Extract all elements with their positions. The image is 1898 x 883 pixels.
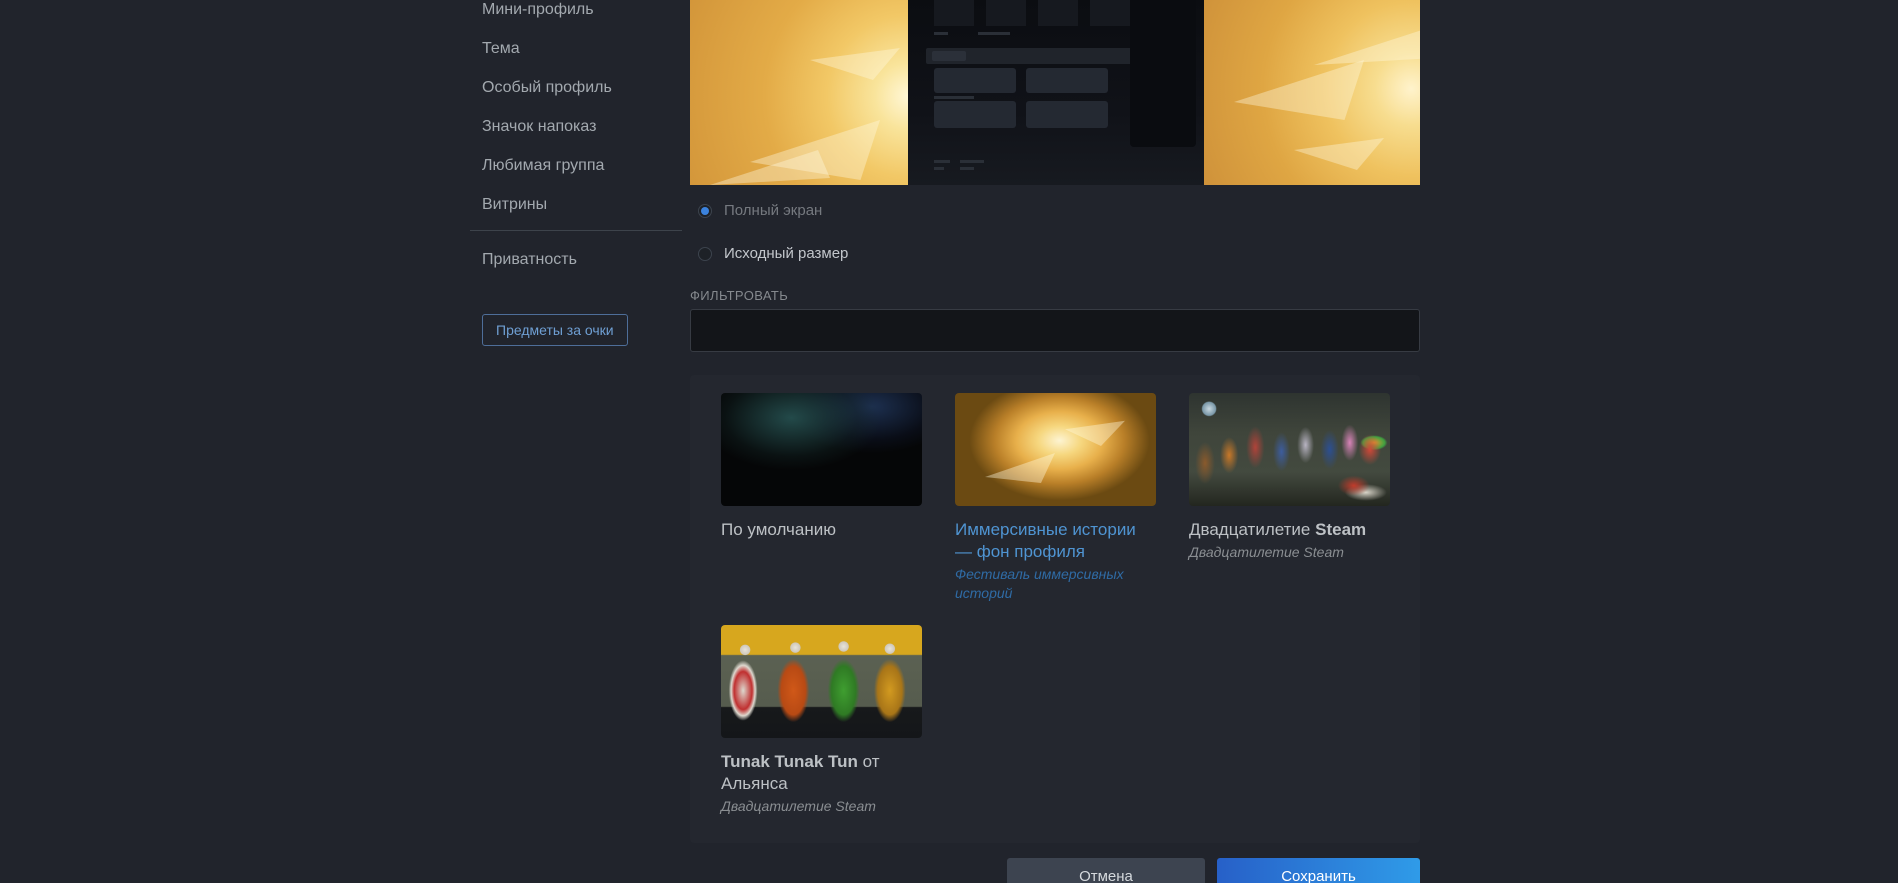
background-options-panel: По умолчанию Иммерсивные истории — фон п… [690,375,1420,843]
background-option-immersive[interactable]: Иммерсивные истории — фон профиля Фестив… [955,393,1156,603]
preview-gold-background-right [1204,0,1420,185]
sidebar-item-custom-profile[interactable]: Особый профиль [482,79,612,103]
steam20-background-thumbnail [1189,393,1390,506]
filter-input[interactable] [690,309,1420,352]
sidebar-item-featured-badge[interactable]: Значок напоказ [482,118,596,142]
immersive-background-thumbnail [955,393,1156,506]
profile-background-settings-page: Мини-профиль Тема Особый профиль Значок … [0,0,1898,883]
background-option-subtitle: Двадцатилетие Steam [721,798,876,814]
background-option-subtitle: Двадцатилетие Steam [1189,544,1344,560]
sidebar-item-privacy[interactable]: Приватность [482,251,577,275]
sidebar-item-mini-profile[interactable]: Мини-профиль [482,1,594,25]
points-items-button[interactable]: Предметы за очки [482,314,628,346]
background-option-title: Иммерсивные истории — фон профиля [955,520,1136,561]
save-button[interactable]: Сохранить [1217,858,1420,883]
sidebar-divider [470,230,682,231]
sidebar-item-theme[interactable]: Тема [482,40,520,64]
background-option-tunak[interactable]: Tunak Tunak Tun от Альянса Двадцатилетие… [721,625,922,816]
sidebar-item-showcases[interactable]: Витрины [482,196,547,220]
profile-preview-mockup [908,0,1204,185]
background-option-default[interactable]: По умолчанию [721,393,922,541]
radio-selected-icon [698,203,712,218]
radio-original-size[interactable]: Исходный размер [698,245,848,262]
radio-fullscreen[interactable]: Полный экран [698,202,822,219]
tunak-background-thumbnail [721,625,922,738]
default-background-thumbnail [721,393,922,506]
background-option-title: По умолчанию [721,520,836,539]
background-option-title: Двадцатилетие Steam [1189,520,1367,539]
background-preview [690,0,1420,185]
sidebar-item-favorite-group[interactable]: Любимая группа [482,157,604,181]
background-option-steam20[interactable]: Двадцатилетие Steam Двадцатилетие Steam [1189,393,1390,562]
preview-gold-background-left [690,0,908,185]
background-option-title: Tunak Tunak Tun от Альянса [721,752,880,793]
filter-label: ФИЛЬТРОВАТЬ [690,288,789,303]
radio-fullscreen-label: Полный экран [724,202,823,219]
radio-unselected-icon [698,246,712,261]
background-option-subtitle: Фестиваль иммерсивных историй [955,566,1124,601]
radio-original-size-label: Исходный размер [724,245,849,262]
cancel-button[interactable]: Отмена [1007,858,1205,883]
